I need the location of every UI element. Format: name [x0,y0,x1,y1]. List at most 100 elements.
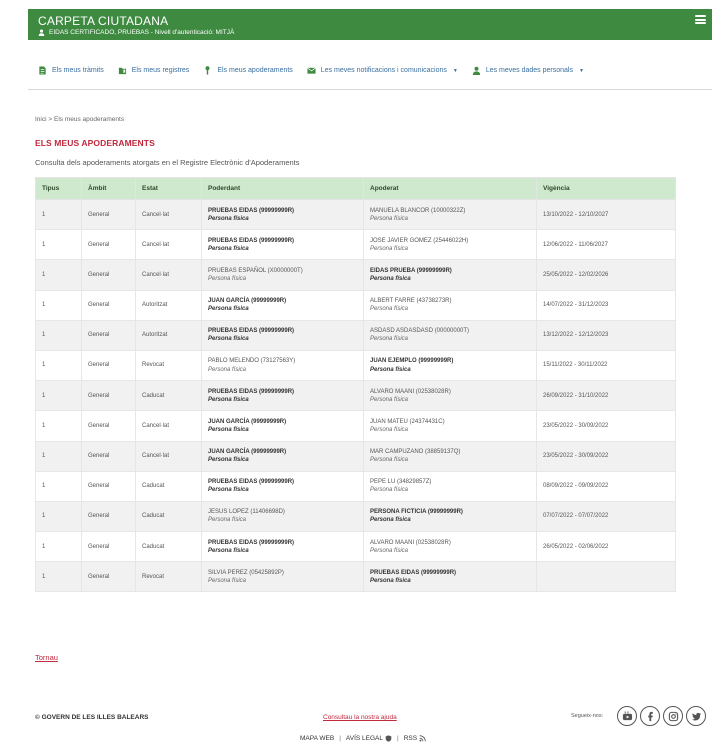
nav-item-apoderaments[interactable]: Els meus apoderaments [203,66,293,75]
table-row: 1 General Caducat PRUEBAS EIDAS (99999999R)… [35,531,676,563]
nav-item-tramits[interactable]: Els meus tràmits [38,66,104,75]
cell-ambit: General [81,259,136,291]
poderdant-type: Persona física [208,487,249,494]
divider [28,89,712,90]
facebook-icon [647,711,653,721]
cell-apoderat: MAR CAMPUZANO (38859137Q) Persona física [363,440,537,472]
user-info: EIDAS CERTIFICADO, PRUEBAS - Nivell d'au… [38,29,234,36]
footer-separator: | [339,735,341,742]
folder-icon [118,67,126,75]
cell-tipus: 1 [35,289,82,321]
facebook-link[interactable] [640,706,660,726]
breadcrumb-home[interactable]: Inici [35,116,47,123]
cell-vigencia: 14/07/2022 - 31/12/2023 [536,289,676,321]
chevron-down-icon: ▼ [452,67,458,74]
cell-estat: Cancel·lat [135,440,202,472]
cell-ambit: General [81,349,136,382]
nav-item-notificacions[interactable]: Les meves notificacions i comunicacions … [307,66,458,75]
twitter-link[interactable] [686,706,706,726]
cell-apoderat: ALBERT FARRE (43738273R) Persona física [363,289,537,321]
cell-tipus: 1 [35,470,82,502]
cell-ambit: General [81,410,136,442]
apoderat-type: Persona física [370,457,409,464]
app-title: CARPETA CIUTADANA [38,14,169,28]
apoderat-name: ALBERT FARRE (43738273R) [370,298,452,305]
cell-ambit: General [81,531,136,563]
cell-poderdant: PRUEBAS ESPAÑOL (X0000000T) Persona físic… [201,259,364,291]
cell-estat: Revocat [135,561,202,593]
table-row: 1 General Caducat PRUEBAS EIDAS (99999999R)… [35,470,676,502]
cell-vigencia: 25/05/2022 - 12/02/2026 [536,259,676,291]
cell-ambit: General [81,380,136,412]
cell-ambit: General [81,561,136,593]
poderdant-name: JUAN GARCÍA (99999999R) [208,298,287,305]
table-row: 1 General Revocat SILVIA PEREZ (05425892P) P… [35,561,676,593]
poderdant-type: Persona física [208,517,247,524]
instagram-link[interactable] [663,706,683,726]
nav-item-registres[interactable]: Els meus registres [118,66,190,75]
user-icon [472,66,480,75]
cell-vigencia: 12/06/2022 - 11/06/2027 [536,229,676,261]
apoderat-name: EIDAS PRUEBA (99999999R) [370,267,452,274]
cell-apoderat: PEPE LU (34829857Z) Persona física [363,470,537,502]
nav-item-label: Les meves notificacions i comunicacions [320,67,447,74]
cell-poderdant: PRUEBAS EIDAS (99999999R) Persona física [201,531,364,563]
column-header-vigencia: Vigència [536,177,676,200]
cell-vigencia: 13/12/2022 - 12/12/2023 [536,319,676,351]
column-header-tipus: Tipus [35,177,82,200]
cell-tipus: 1 [35,500,82,533]
cell-apoderat: MANUELA BLANCOR (10000322Z) Persona físic… [363,198,537,231]
table-header-row: Tipus Àmbit Estat Poderdant Apoderat Vig… [35,177,676,200]
apoderat-type: Persona física [370,306,409,313]
back-link[interactable]: Tornau [35,653,58,662]
cell-tipus: 1 [35,531,82,563]
breadcrumb-current: Els meus apoderaments [53,116,125,123]
cell-ambit: General [81,229,136,261]
nav-item-dades-personals[interactable]: Les meves dades personals ▼ [472,66,584,75]
apoderaments-table: Tipus Àmbit Estat Poderdant Apoderat Vig… [35,177,676,593]
poderdant-type: Persona física [208,336,249,343]
cell-vigencia [536,561,676,593]
table-row: 1 General Caducat PRUEBAS EIDAS (99999999R)… [35,380,676,412]
help-link[interactable]: Consultau la nostra ajuda [323,714,397,721]
apoderat-name: JUAN MATEU (24374431C) [370,418,445,425]
chevron-down-icon: ▼ [578,67,584,74]
youtube-link[interactable] [617,706,637,726]
menu-icon[interactable] [695,15,706,24]
cell-poderdant: JESUS LOPEZ (11406698D) Persona física [201,500,364,533]
page-title: ELS MEUS APODERAMENTS [35,138,155,148]
apoderat-name: ASDASD ASDASDASD (00000000T) [370,328,470,335]
cell-estat: Cancel·lat [135,259,202,291]
cell-poderdant: SILVIA PEREZ (05425892P) Persona física [201,561,364,593]
main-nav: Els meus tràmits Els meus registres Els … [38,66,584,75]
nav-item-label: Els meus registres [131,67,190,74]
cell-poderdant: JUAN GARCÍA (99999999R) Persona física [201,289,364,321]
poderdant-type: Persona física [208,245,249,252]
apoderat-name: PEPE LU (34829857Z) [370,479,432,486]
cell-apoderat: EIDAS PRUEBA (99999999R) Persona física [363,259,537,291]
cell-estat: Revocat [135,349,202,382]
sitemap-link[interactable]: MAPA WEB [300,735,334,742]
apoderat-name: ALVARO MAANI (02538028R) [370,388,451,395]
nav-item-label: Els meus tràmits [52,67,104,74]
legal-link[interactable]: AVÍS LEGAL [346,735,392,742]
social-links [617,706,706,726]
apoderat-name: JOSE JAVIER GOMEZ (25446022H) [370,237,469,244]
apoderat-type: Persona física [370,336,409,343]
shield-icon [385,735,392,742]
poderdant-name: JUAN GARCÍA (99999999R) [208,449,287,455]
cell-tipus: 1 [35,410,82,442]
cell-estat: Caducat [135,470,202,502]
cell-vigencia: 08/09/2022 - 09/09/2022 [536,470,676,502]
rss-link[interactable]: RSS [404,735,426,742]
poderdant-name: PRUEBAS EIDAS (99999999R) [208,388,295,395]
poderdant-name: PRUEBAS EIDAS (99999999R) [208,479,295,486]
cell-apoderat: ASDASD ASDASDASD (00000000T) Persona físi… [363,319,537,351]
cell-poderdant: PRUEBAS EIDAS (99999999R) Persona física [201,380,364,412]
poderdant-name: PRUEBAS EIDAS (99999999R) [208,237,295,244]
poderdant-type: Persona física [208,366,247,373]
cell-apoderat: PRUEBAS EIDAS (99999999R) Persona física [363,561,537,593]
apoderat-type: Persona física [370,547,409,554]
youtube-icon [622,710,632,720]
cell-vigencia: 13/10/2022 - 12/10/2027 [536,198,676,231]
